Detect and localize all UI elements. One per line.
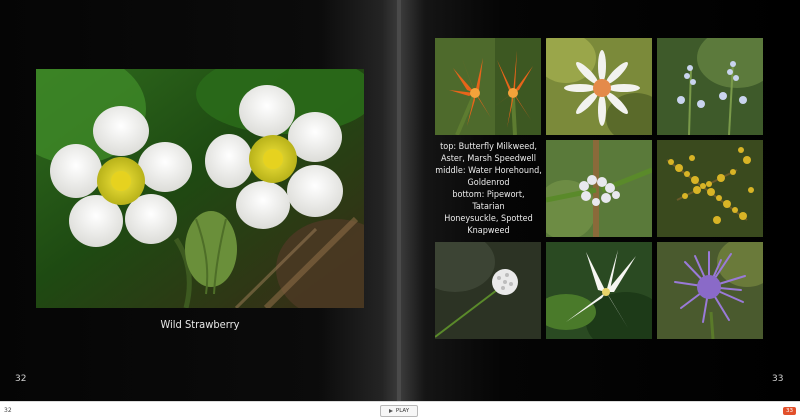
play-label: PLAY [395, 408, 410, 414]
butterfly-milkweed-photo [435, 38, 541, 135]
right-page-indicator[interactable]: 33 [783, 407, 796, 415]
right-page[interactable]: top: Butterfly Milkweed, Aster, Marsh Sp… [401, 0, 800, 401]
left-page[interactable]: Wild Strawberry 32 [0, 0, 398, 401]
goldenrod-photo [657, 140, 763, 237]
play-icon [388, 409, 393, 413]
page-number-right: 33 [772, 374, 784, 384]
left-page-indicator[interactable]: 32 [4, 407, 12, 414]
page-number-left: 32 [15, 374, 27, 384]
spotted-knapweed-photo [657, 242, 763, 339]
wild-strawberry-photo [36, 69, 364, 308]
water-horehound-photo [546, 140, 652, 237]
play-button[interactable]: PLAY [380, 405, 418, 417]
pipewort-photo [435, 242, 541, 339]
photo-grid-caption: top: Butterfly Milkweed, Aster, Marsh Sp… [435, 142, 542, 236]
tatarian-honeysuckle-photo [546, 242, 652, 339]
viewer-toolbar: 32 PLAY 33 [0, 401, 800, 420]
photo-book-spread: Wild Strawberry 32 top: Butterfly Milkwe… [0, 0, 800, 401]
photo-caption: Wild Strawberry [160, 318, 240, 331]
marsh-speedwell-photo [657, 38, 763, 135]
aster-photo [546, 38, 652, 135]
